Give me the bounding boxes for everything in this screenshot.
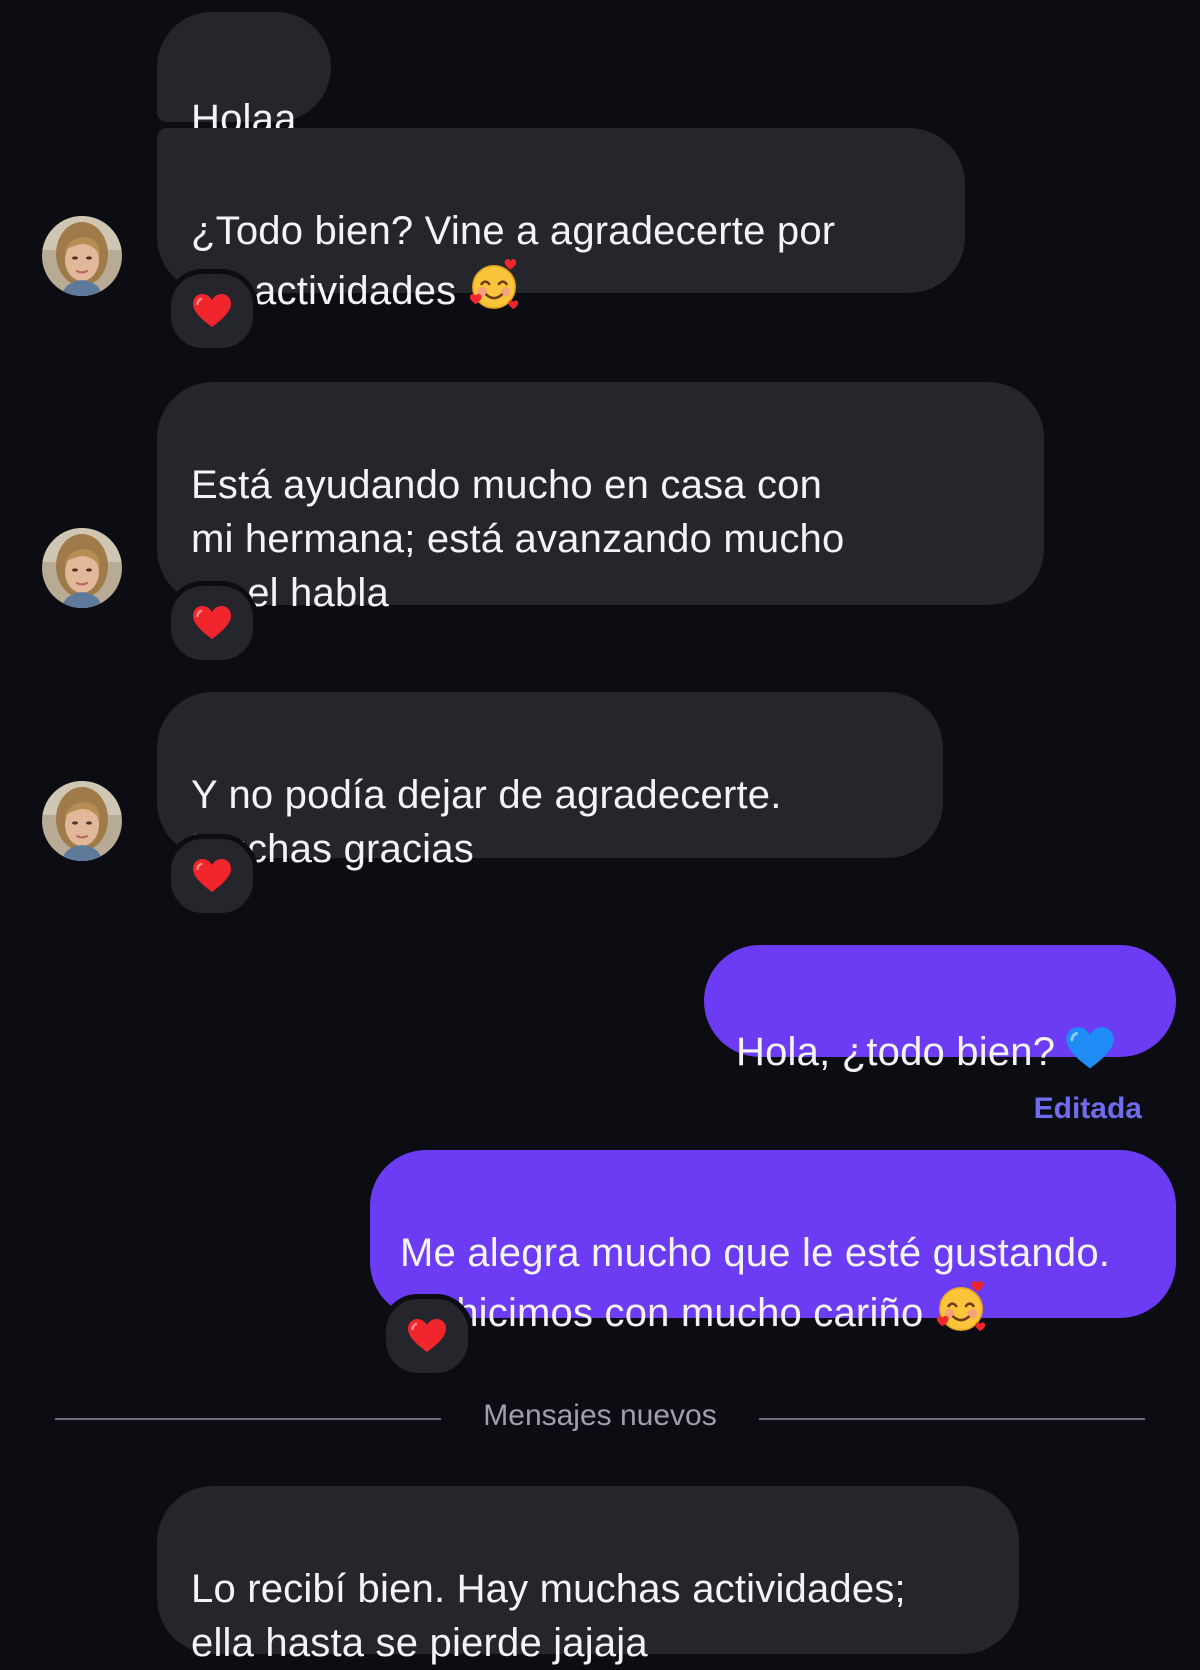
message-bubble[interactable]: Y no podía dejar de agradecerte. Muchas … — [157, 692, 943, 871]
avatar[interactable] — [42, 781, 122, 861]
heart-reaction[interactable] — [166, 269, 258, 353]
message-text: Lo recibí bien. Hay muchas actividades; … — [191, 1567, 906, 1665]
smiling-face-with-hearts-icon — [468, 258, 522, 326]
message-text: Está ayudando mucho en casa con mi herma… — [191, 463, 845, 615]
heart-reaction[interactable] — [381, 1294, 473, 1378]
message-bubble[interactable]: ¿Todo bien? Vine a agradecerte por las a… — [157, 128, 965, 313]
red-heart-icon — [407, 1318, 447, 1354]
heart-reaction[interactable] — [166, 581, 258, 665]
message-bubble[interactable]: Lo recibí bien. Hay muchas actividades; … — [157, 1486, 1019, 1665]
heart-reaction[interactable] — [166, 834, 258, 918]
red-heart-icon — [192, 858, 232, 894]
message-bubble[interactable]: Está ayudando mucho en casa con mi herma… — [157, 382, 1044, 615]
blue-heart-icon — [1065, 1026, 1115, 1085]
edited-label: Editada — [1033, 1092, 1142, 1125]
avatar[interactable] — [42, 216, 122, 296]
message-bubble[interactable]: Me alegra mucho que le esté gustando. Lo… — [370, 1150, 1176, 1335]
message-bubble[interactable]: Hola, ¿todo bien? — [704, 945, 1176, 1074]
new-messages-label: Mensajes nuevos — [483, 1399, 717, 1432]
message-bubble[interactable]: Holaa — [157, 12, 331, 141]
smiling-face-with-hearts-icon — [935, 1280, 989, 1348]
message-text: Me alegra mucho que le esté gustando. Lo… — [400, 1231, 1111, 1335]
message-text: Hola, ¿todo bien? — [736, 1030, 1056, 1074]
avatar[interactable] — [42, 528, 122, 608]
red-heart-icon — [192, 605, 232, 641]
message-text: Y no podía dejar de agradecerte. Muchas … — [191, 773, 782, 871]
red-heart-icon — [192, 293, 232, 329]
